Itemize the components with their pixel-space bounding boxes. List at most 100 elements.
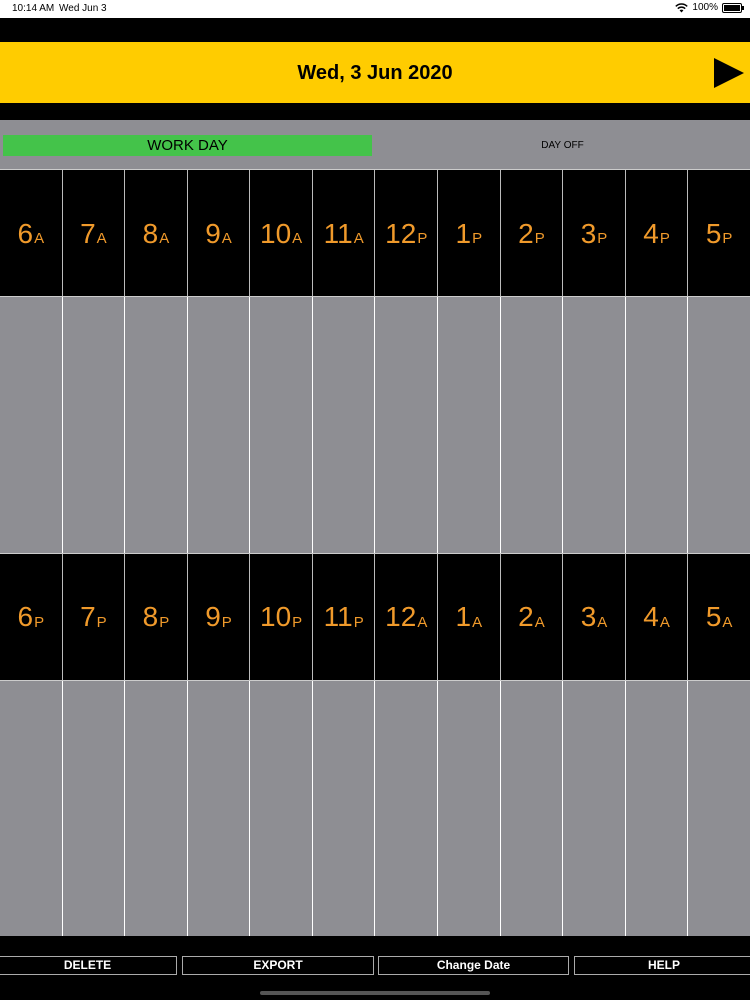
time-slot[interactable] <box>125 297 188 553</box>
time-slot[interactable] <box>688 297 750 553</box>
hour-number: 12 <box>385 601 417 632</box>
time-slot[interactable] <box>63 681 126 936</box>
help-button[interactable]: HELP <box>574 956 750 975</box>
time-slot[interactable] <box>188 681 251 936</box>
hour-cell[interactable]: 2A <box>500 554 564 680</box>
hour-number: 12 <box>385 217 417 249</box>
hour-cell[interactable]: 7P <box>62 554 126 680</box>
hour-cell[interactable]: 9A <box>187 170 251 297</box>
hour-number: 11 <box>323 217 353 249</box>
hour-cell[interactable]: 4A <box>625 554 689 680</box>
status-bar: 10:14 AM Wed Jun 3 100% <box>0 0 750 18</box>
time-slot[interactable] <box>0 681 63 936</box>
time-slot[interactable] <box>250 297 313 553</box>
hour-ampm: P <box>34 613 45 631</box>
day-off-button[interactable]: DAY OFF <box>378 135 747 156</box>
hour-ampm: A <box>417 613 428 631</box>
hour-number: 6 <box>17 217 34 249</box>
hour-cell[interactable]: 8A <box>125 170 188 297</box>
hour-cell[interactable]: 9P <box>187 554 251 680</box>
hour-ampm: P <box>96 613 107 631</box>
hour-cell[interactable]: 8P <box>125 554 188 680</box>
hour-number: 10 <box>260 601 292 632</box>
hour-number: 9 <box>205 217 221 249</box>
hour-cell[interactable]: 6A <box>0 170 63 297</box>
work-day-button[interactable]: WORK DAY <box>3 135 372 156</box>
time-slot[interactable] <box>626 681 689 936</box>
hour-cell[interactable]: 5A <box>688 554 750 680</box>
hour-cell[interactable]: 6P <box>0 554 63 680</box>
hour-ampm: A <box>472 613 483 631</box>
hour-number: 3 <box>580 601 597 632</box>
home-indicator <box>260 991 490 995</box>
time-slot[interactable] <box>313 297 376 553</box>
hour-cell[interactable]: 10 P <box>250 554 313 680</box>
hour-cell[interactable]: 5P <box>688 170 750 297</box>
status-right: 100% <box>675 2 744 13</box>
time-slot[interactable] <box>501 297 564 553</box>
hour-ampm: A <box>159 230 170 247</box>
time-slot[interactable] <box>438 681 501 936</box>
hour-number: 5 <box>705 601 722 632</box>
hour-ampm: A <box>534 613 545 631</box>
hour-cell[interactable]: 3A <box>563 554 626 680</box>
status-time: 10:14 AM <box>12 3 55 14</box>
time-slot[interactable] <box>375 297 439 553</box>
hour-number: 6 <box>17 601 34 632</box>
hour-cell[interactable]: 10 A <box>250 170 313 297</box>
hour-cell[interactable]: 2P <box>500 170 564 297</box>
hour-ampm: A <box>353 230 364 247</box>
hour-ampm: P <box>353 613 364 631</box>
hour-cell[interactable]: 7A <box>62 170 126 297</box>
time-slot[interactable] <box>501 681 564 936</box>
hour-ampm: P <box>159 613 170 631</box>
hour-ampm: A <box>96 230 107 247</box>
hour-cell[interactable]: 1A <box>438 554 501 680</box>
status-date: Wed Jun 3 <box>59 3 107 14</box>
hour-cell[interactable]: 3P <box>563 170 626 297</box>
time-slot[interactable] <box>563 297 626 553</box>
hour-number: 4 <box>643 601 659 632</box>
hour-number: 4 <box>643 217 659 249</box>
hour-number: 8 <box>142 601 159 632</box>
hour-row-day: 6 A 7 A 8 A 9 A 10 A 11 A 12 P 1 P 2 P 3 P 4 P 5 P <box>0 170 750 297</box>
hour-ampm: P <box>534 230 545 247</box>
hour-cell[interactable]: 12 A <box>375 554 439 680</box>
time-slot[interactable] <box>125 681 188 936</box>
hour-number: 11 <box>323 601 353 632</box>
time-slot[interactable] <box>188 297 251 553</box>
hour-ampm: A <box>221 230 232 247</box>
hour-number: 10 <box>260 217 292 249</box>
time-slot[interactable] <box>563 681 626 936</box>
battery-percent: 100% <box>692 2 718 13</box>
export-button[interactable]: EXPORT <box>182 956 374 975</box>
hour-cell[interactable]: 4P <box>625 170 689 297</box>
delete-button[interactable]: DELETE <box>0 956 177 975</box>
hour-number: 8 <box>142 217 159 249</box>
time-slot[interactable] <box>688 681 750 936</box>
time-slot[interactable] <box>63 297 126 553</box>
hour-cell[interactable]: 1P <box>438 170 501 297</box>
time-slot[interactable] <box>375 681 439 936</box>
time-slot[interactable] <box>313 681 376 936</box>
hour-ampm: P <box>417 230 428 247</box>
time-slot[interactable] <box>0 297 63 553</box>
time-slot[interactable] <box>438 297 501 553</box>
time-slot[interactable] <box>250 681 313 936</box>
hour-number: 1 <box>455 217 472 249</box>
play-triangle-icon[interactable] <box>712 56 746 90</box>
hour-cell[interactable]: 11 A <box>312 170 376 297</box>
hour-cell[interactable]: 11 P <box>312 554 376 680</box>
hour-number: 7 <box>80 217 96 249</box>
hour-number: 2 <box>518 217 534 249</box>
time-slot[interactable] <box>626 297 689 553</box>
hour-number: 7 <box>80 601 96 632</box>
hour-cell[interactable]: 12 P <box>375 170 439 297</box>
change-date-button[interactable]: Change Date <box>378 956 569 975</box>
hour-ampm: P <box>722 230 733 247</box>
hour-ampm: A <box>34 230 45 247</box>
hour-number: 1 <box>455 601 472 632</box>
hour-ampm: P <box>221 613 232 631</box>
hour-ampm: A <box>597 613 608 631</box>
battery-icon <box>722 2 744 13</box>
